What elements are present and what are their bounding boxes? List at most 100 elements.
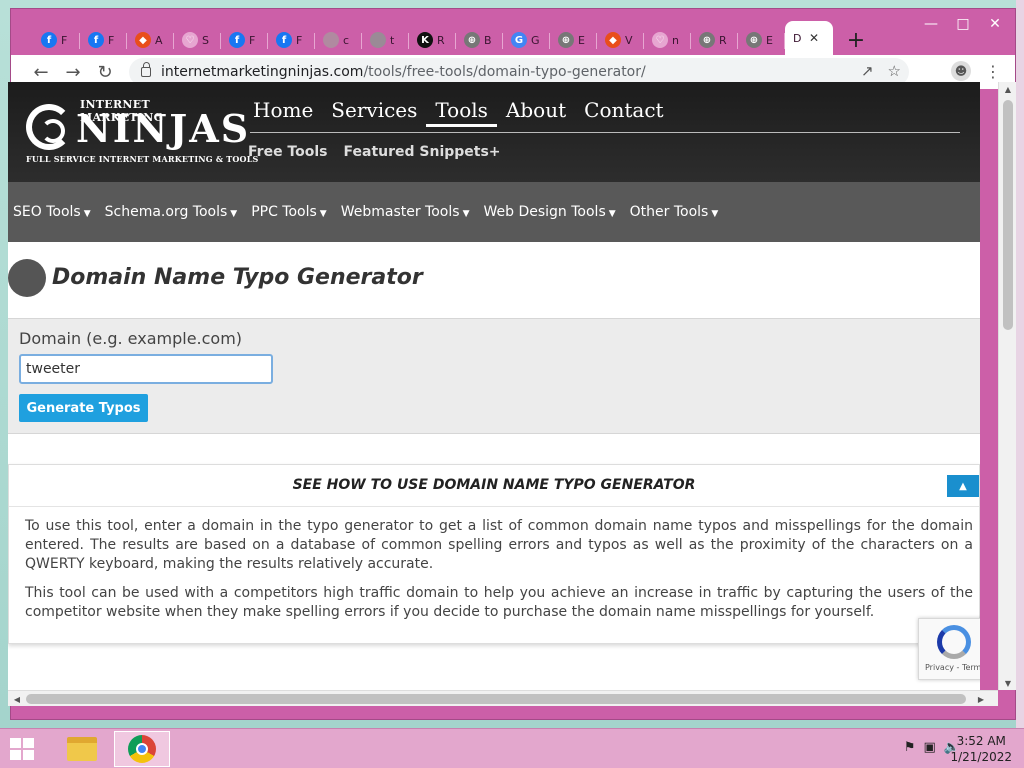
browser-tab[interactable]: KR [409, 25, 456, 55]
browser-tab[interactable]: ♡ n [644, 25, 691, 55]
maximize-icon[interactable]: □ [947, 13, 979, 35]
close-tab-icon[interactable]: ✕ [809, 31, 819, 45]
browser-tab[interactable]: fF [268, 25, 315, 55]
browser-tab[interactable]: ⊕ E [550, 25, 597, 55]
menu-kebab-icon[interactable]: ⋮ [985, 62, 1001, 81]
browser-tab[interactable]: fF [221, 25, 268, 55]
tab-label: t [390, 33, 395, 47]
scroll-right-icon[interactable]: ▶ [974, 692, 988, 706]
scroll-down-icon[interactable]: ▼ [999, 676, 1017, 690]
main-nav-tools[interactable]: Tools [426, 96, 497, 127]
logo-sub-text: FULL SERVICE INTERNET MARKETING & TOOLS [26, 154, 259, 164]
main-nav-contact[interactable]: Contact [575, 96, 672, 127]
tab-strip: f Ff F ◆ A ♡ Sf Ff Fc t K R ⊕ B G G ⊕ E ◆ V ♡ n ⊕ R ⊕ E D ✕ + [33, 21, 871, 55]
tools-nav-item[interactable]: Webmaster Tools ▼ [341, 204, 470, 220]
tab-label: B [484, 33, 492, 47]
desktop-edge [1016, 0, 1024, 728]
tab-favicon-icon: f [41, 32, 57, 48]
tools-nav-label: SEO Tools [13, 204, 81, 220]
tab-favicon-icon: ♡ [652, 32, 668, 48]
browser-tab[interactable]: t [362, 25, 409, 55]
tools-nav-item[interactable]: PPC Tools ▼ [251, 204, 327, 220]
scroll-left-icon[interactable]: ◀ [10, 692, 24, 706]
network-icon[interactable]: ▣ [924, 740, 936, 755]
tab-favicon-icon: ♡ [182, 32, 198, 48]
tab-label: F [108, 33, 115, 47]
caret-down-icon: ▼ [462, 209, 470, 219]
windows-start-icon[interactable] [10, 738, 36, 760]
clock-date: 1/21/2022 [950, 750, 1012, 764]
tools-nav-item[interactable]: Other Tools ▼ [630, 204, 719, 220]
window-controls: — □ ✕ [915, 13, 1011, 35]
howto-header[interactable]: SEE HOW TO USE DOMAIN NAME TYPO GENERATO… [9, 465, 979, 507]
caret-down-icon: ▼ [230, 209, 238, 219]
collapse-up-icon[interactable]: ▲ [947, 475, 979, 497]
tab-favicon-icon: ⊕ [558, 32, 574, 48]
domain-input[interactable] [19, 354, 273, 384]
vertical-scroll-thumb[interactable] [1003, 100, 1013, 330]
tools-nav-label: Webmaster Tools [340, 204, 460, 220]
site-logo[interactable]: INTERNET MARKETING NINJAS FULL SERVICE I… [26, 98, 258, 168]
scroll-up-icon[interactable]: ▲ [999, 82, 1017, 96]
close-window-icon[interactable]: ✕ [979, 13, 1011, 35]
new-tab-icon[interactable]: + [841, 25, 871, 55]
active-tab[interactable]: D ✕ [785, 21, 833, 55]
main-nav-services[interactable]: Services [322, 96, 426, 127]
recaptcha-links[interactable]: Privacy - Terms [925, 663, 980, 672]
main-nav-home[interactable]: Home [244, 96, 322, 127]
browser-tab[interactable]: ⊕ E [738, 25, 785, 55]
profile-avatar-icon[interactable]: ☻ [951, 61, 971, 81]
toolbar-right: ☻ ⋮ [951, 61, 1001, 81]
caret-down-icon: ▼ [83, 209, 91, 219]
tools-nav-item[interactable]: Schema.org Tools ▼ [105, 204, 238, 220]
tab-favicon-icon: K [417, 32, 433, 48]
chrome-taskbar-icon[interactable] [114, 731, 170, 767]
clock-time: 3:52 AM [956, 734, 1006, 748]
tab-label: c [343, 33, 350, 47]
tab-favicon-icon: f [276, 32, 292, 48]
bookmark-star-icon[interactable]: ☆ [888, 62, 901, 80]
domain-label: Domain (e.g. example.com) [19, 329, 243, 348]
howto-panel: SEE HOW TO USE DOMAIN NAME TYPO GENERATO… [8, 464, 980, 644]
share-icon[interactable]: ↗ [861, 62, 874, 80]
tab-favicon-icon: ◆ [135, 32, 151, 48]
browser-tab[interactable]: ◆ V [597, 25, 644, 55]
generate-typos-button[interactable]: Generate Typos [19, 394, 148, 422]
omnibox-actions: ↗ ☆ [861, 62, 901, 80]
sub-nav-item[interactable]: Free Tools [248, 144, 328, 160]
tools-nav-item[interactable]: Web Design Tools ▼ [483, 204, 615, 220]
typo-form: Domain (e.g. example.com) Generate Typos [8, 318, 980, 434]
tab-label: V [625, 33, 633, 47]
file-explorer-icon[interactable] [54, 731, 110, 767]
horizontal-scrollbar[interactable]: ◀ ▶ [8, 690, 998, 706]
browser-tab[interactable]: fF [33, 25, 80, 55]
browser-tab[interactable]: fF [80, 25, 127, 55]
browser-tab[interactable]: ◆ A [127, 25, 174, 55]
clock[interactable]: 3:52 AM 1/21/2022 [950, 733, 1012, 765]
browser-tab[interactable]: ♡ S [174, 25, 221, 55]
recaptcha-icon [937, 625, 971, 659]
tools-nav-label: PPC Tools [251, 204, 317, 220]
tools-nav: SEO Tools ▼ Schema.org Tools ▼ PPC Tools ▼ Web… [8, 182, 980, 242]
browser-tab[interactable]: ⊕ R [691, 25, 738, 55]
action-center-flag-icon[interactable]: ⚑ [904, 740, 916, 755]
vertical-scrollbar[interactable]: ▲ ▼ [998, 82, 1016, 690]
horizontal-scroll-thumb[interactable] [26, 694, 966, 704]
tools-nav-item[interactable]: SEO Tools ▼ [13, 204, 91, 220]
tab-label: E [766, 33, 773, 47]
browser-tab[interactable]: GG [503, 25, 550, 55]
minimize-icon[interactable]: — [915, 13, 947, 35]
browser-tab[interactable]: ⊕ B [456, 25, 503, 55]
howto-paragraph: To use this tool, enter a domain in the … [25, 518, 973, 572]
url-host: internetmarketingninjas.com [161, 64, 364, 80]
tab-favicon-icon: f [88, 32, 104, 48]
tab-favicon-icon: ⊕ [746, 32, 762, 48]
title-circle-icon [8, 259, 46, 297]
recaptcha-badge[interactable]: Privacy - Terms [918, 618, 980, 680]
main-nav-about[interactable]: About [497, 96, 575, 127]
title-bar: f Ff F ◆ A ♡ Sf Ff Fc t K R ⊕ B G G ⊕ E ◆ V ♡ n ⊕ R ⊕ E D ✕ + — □ ✕ [11, 9, 1015, 55]
tab-label: D [793, 31, 802, 45]
tab-label: S [202, 33, 209, 47]
sub-nav-item[interactable]: Featured Snippets+ [344, 144, 501, 160]
browser-tab[interactable]: c [315, 25, 362, 55]
